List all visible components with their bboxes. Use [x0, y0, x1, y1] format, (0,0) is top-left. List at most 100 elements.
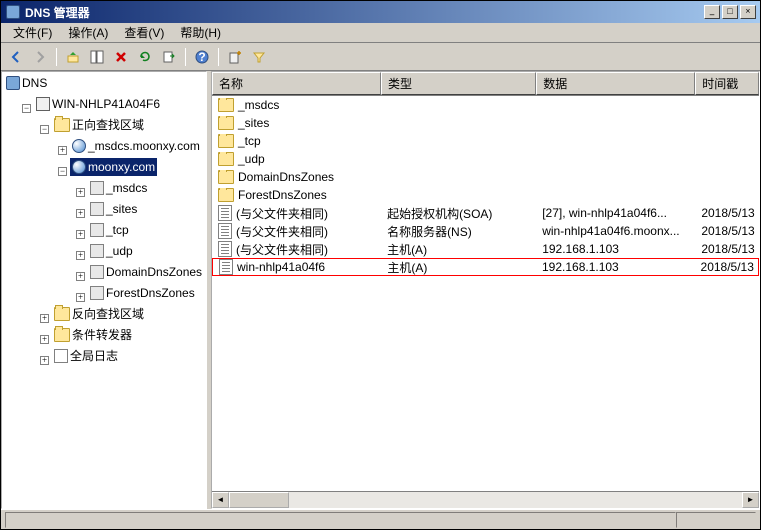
tree-toggle[interactable]: + [76, 188, 85, 197]
tree-toggle[interactable]: − [22, 104, 31, 113]
folder-icon [90, 202, 104, 216]
horizontal-scrollbar[interactable]: ◄ ► [212, 491, 759, 508]
status-bar [1, 509, 760, 529]
delete-button[interactable] [110, 46, 132, 68]
list-row[interactable]: (与父文件夹相同)主机(A)192.168.1.1032018/5/13 [212, 240, 759, 258]
col-header-type[interactable]: 类型 [381, 72, 536, 95]
col-header-timestamp[interactable]: 时间戳 [695, 72, 759, 95]
tree-global-log[interactable]: 全局日志 [52, 347, 120, 365]
folder-icon [218, 170, 234, 184]
list-row[interactable]: win-nhlp41a04f6主机(A)192.168.1.1032018/5/… [212, 258, 759, 276]
tree-toggle[interactable]: − [40, 125, 49, 134]
tree-rev-lookup-label: 反向查找区域 [72, 305, 144, 323]
cell-timestamp: 2018/5/13 [695, 242, 759, 256]
list-row[interactable]: _tcp [212, 132, 759, 150]
cell-name: (与父文件夹相同) [212, 241, 381, 258]
list-row[interactable]: _sites [212, 114, 759, 132]
menu-file[interactable]: 文件(F) [5, 22, 60, 43]
tree-toggle[interactable]: − [58, 167, 67, 176]
minimize-button[interactable]: _ [704, 5, 720, 19]
menu-action[interactable]: 操作(A) [60, 22, 116, 43]
tree-rev-lookup[interactable]: 反向查找区域 [52, 305, 146, 323]
export-button[interactable] [158, 46, 180, 68]
tree-toggle[interactable]: + [76, 209, 85, 218]
tree-pane[interactable]: DNS −WIN-NHLP41A04F6 −正向查找区域 +_msdcs.moo… [1, 71, 207, 509]
list-row[interactable]: (与父文件夹相同)名称服务器(NS)win-nhlp41a04f6.moonx.… [212, 222, 759, 240]
tree-root[interactable]: DNS [4, 74, 49, 92]
filter-button[interactable] [248, 46, 270, 68]
toolbar: ? [1, 43, 760, 71]
scroll-right-button[interactable]: ► [742, 492, 759, 508]
tree-cond-fwd-label: 条件转发器 [72, 326, 132, 344]
tree-zone-msdcs-label: _msdcs.moonxy.com [88, 137, 200, 155]
tree-zone-moonxy[interactable]: moonxy.com [70, 158, 157, 176]
record-icon [218, 241, 232, 257]
tree-toggle[interactable]: + [76, 293, 85, 302]
scroll-thumb[interactable] [229, 492, 289, 508]
back-button[interactable] [5, 46, 27, 68]
tree-sub-label: _udp [106, 242, 133, 260]
tree-sub-msdcs[interactable]: _msdcs [88, 179, 149, 197]
col-header-name[interactable]: 名称 [212, 72, 381, 95]
tree-toggle[interactable]: + [40, 335, 49, 344]
tree-toggle[interactable]: + [40, 314, 49, 323]
cell-name-text: (与父文件夹相同) [236, 223, 328, 240]
list-row[interactable]: (与父文件夹相同)起始授权机构(SOA)[27], win-nhlp41a04f… [212, 204, 759, 222]
tree-toggle[interactable]: + [76, 251, 85, 260]
tree-toggle[interactable]: + [76, 230, 85, 239]
list-row[interactable]: ForestDnsZones [212, 186, 759, 204]
tree-fwd-lookup[interactable]: 正向查找区域 [52, 116, 146, 134]
folder-icon [218, 152, 234, 166]
new-server-button[interactable] [224, 46, 246, 68]
folder-icon [90, 244, 104, 258]
cell-name-text: (与父文件夹相同) [236, 241, 328, 258]
tree-cond-fwd[interactable]: 条件转发器 [52, 326, 134, 344]
close-button[interactable]: × [740, 5, 756, 19]
cell-data: 192.168.1.103 [536, 260, 695, 274]
folder-icon [218, 134, 234, 148]
tree-toggle[interactable]: + [40, 356, 49, 365]
tree-server-label: WIN-NHLP41A04F6 [52, 95, 160, 113]
list-body[interactable]: _msdcs _sites _tcp _udp DomainDnsZones Forest… [212, 96, 759, 491]
menubar: 文件(F) 操作(A) 查看(V) 帮助(H) [1, 23, 760, 43]
tree-sub-tcp[interactable]: _tcp [88, 221, 131, 239]
tree-sub-label: _tcp [106, 221, 129, 239]
list-row[interactable]: _udp [212, 150, 759, 168]
scroll-track[interactable] [229, 492, 742, 508]
refresh-button[interactable] [134, 46, 156, 68]
tree-toggle[interactable]: + [58, 146, 67, 155]
cell-name-text: _sites [238, 116, 269, 130]
tree-global-log-label: 全局日志 [70, 347, 118, 365]
cell-data: win-nhlp41a04f6.moonx... [536, 224, 695, 238]
tree-sub-fdz[interactable]: ForestDnsZones [88, 284, 197, 302]
cell-timestamp: 2018/5/13 [695, 260, 758, 274]
col-header-data[interactable]: 数据 [536, 72, 695, 95]
folder-icon [90, 181, 104, 195]
menu-view[interactable]: 查看(V) [116, 22, 172, 43]
tree-sub-sites[interactable]: _sites [88, 200, 139, 218]
help-button[interactable]: ? [191, 46, 213, 68]
menu-help[interactable]: 帮助(H) [172, 22, 229, 43]
tree-zone-msdcs[interactable]: _msdcs.moonxy.com [70, 137, 202, 155]
up-button[interactable] [62, 46, 84, 68]
content-area: DNS −WIN-NHLP41A04F6 −正向查找区域 +_msdcs.moo… [1, 71, 760, 509]
cell-name: ForestDnsZones [212, 188, 381, 202]
scroll-left-button[interactable]: ◄ [212, 492, 229, 508]
cell-name: (与父文件夹相同) [212, 205, 381, 222]
zone-icon [72, 160, 86, 174]
maximize-button[interactable]: □ [722, 5, 738, 19]
show-hide-tree-button[interactable] [86, 46, 108, 68]
folder-icon [218, 116, 234, 130]
list-row[interactable]: DomainDnsZones [212, 168, 759, 186]
forward-button[interactable] [29, 46, 51, 68]
app-icon [5, 4, 21, 20]
cell-name-text: DomainDnsZones [238, 170, 334, 184]
list-row[interactable]: _msdcs [212, 96, 759, 114]
titlebar: DNS 管理器 _ □ × [1, 1, 760, 23]
zone-icon [72, 139, 86, 153]
tree-server[interactable]: WIN-NHLP41A04F6 [34, 95, 162, 113]
cell-name: _tcp [212, 134, 381, 148]
tree-sub-udp[interactable]: _udp [88, 242, 135, 260]
tree-sub-ddz[interactable]: DomainDnsZones [88, 263, 204, 281]
tree-toggle[interactable]: + [76, 272, 85, 281]
